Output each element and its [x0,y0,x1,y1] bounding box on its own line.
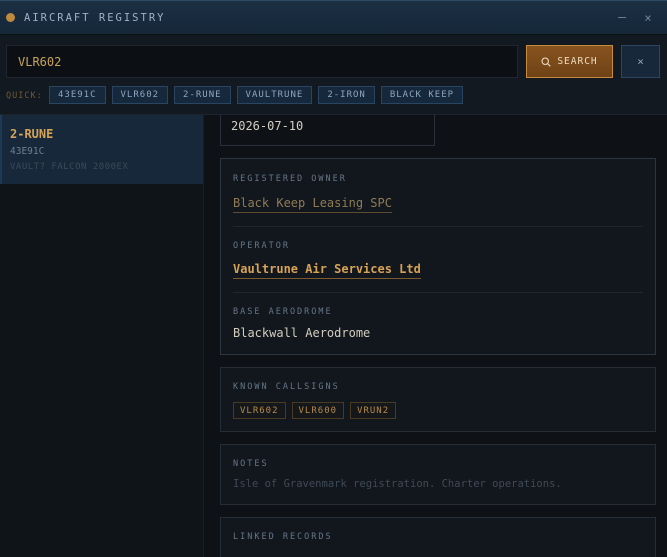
callsign-chip[interactable]: VRUN2 [350,402,397,419]
clear-search-button[interactable]: × [621,45,660,78]
callsign-list: VLR602 VLR600 VRUN2 [233,402,397,419]
result-title: 2-RUNE [10,127,54,141]
operator-label: OPERATOR [233,241,290,251]
callsign-chip[interactable]: VLR602 [233,402,286,419]
search-bar: SEARCH × QUICK: 43E91C VLR602 2-RUNE VAU… [0,35,667,115]
quick-search-chips: 43E91C VLR602 2-RUNE VAULTRUNE 2-IRON BL… [49,86,464,104]
title-bar: AIRCRAFT REGISTRY — × [0,0,667,35]
linked-records-label: LINKED RECORDS [233,532,333,542]
linked-records-card: LINKED RECORDS [220,517,656,557]
quick-chip[interactable]: BLACK KEEP [380,86,464,104]
registered-owner-label: REGISTERED OWNER [233,174,347,184]
result-subtitle: 43E91C [10,146,45,157]
notes-text: Isle of Gravenmark registration. Charter… [233,478,562,490]
search-button-label: SEARCH [557,56,598,67]
quick-chip[interactable]: VAULTRUNE [236,86,313,104]
operator-link[interactable]: Vaultrune Air Services Ltd [233,262,421,279]
detail-pane: 2026-07-10 REGISTERED OWNER Black Keep L… [205,115,667,557]
registered-owner-link[interactable]: Black Keep Leasing SPC [233,196,392,213]
base-aerodrome-label: BASE AERODROME [233,307,333,317]
window-title: AIRCRAFT REGISTRY [24,11,166,24]
notes-card: NOTES Isle of Gravenmark registration. C… [220,444,656,505]
date-field: 2026-07-10 [220,115,435,146]
search-button[interactable]: SEARCH [526,45,613,78]
quick-label: QUICK: [6,91,43,101]
callsigns-label: KNOWN CALLSIGNS [233,382,340,392]
status-dot-icon [6,13,15,22]
close-window-button[interactable]: × [640,10,656,26]
quick-chip[interactable]: 43E91C [49,86,106,104]
divider [233,292,643,293]
search-icon [541,56,552,67]
callsign-chip[interactable]: VLR600 [291,402,345,419]
quick-chip[interactable]: 2-RUNE [174,86,231,104]
ownership-card: REGISTERED OWNER Black Keep Leasing SPC … [220,158,656,355]
result-meta: VAULT? FALCON 2000EX [10,162,129,172]
search-input[interactable] [6,45,518,78]
divider [233,226,643,227]
result-item[interactable]: 2-RUNE 43E91C VAULT? FALCON 2000EX [0,115,203,184]
quick-chip[interactable]: VLR602 [111,86,169,104]
callsigns-card: KNOWN CALLSIGNS VLR602 VLR600 VRUN2 [220,367,656,432]
results-list: 2-RUNE 43E91C VAULT? FALCON 2000EX [0,115,204,557]
notes-label: NOTES [233,459,269,469]
base-aerodrome-value: Blackwall Aerodrome [233,326,371,340]
quick-chip[interactable]: 2-IRON [318,86,375,104]
minimize-button[interactable]: — [614,10,630,26]
